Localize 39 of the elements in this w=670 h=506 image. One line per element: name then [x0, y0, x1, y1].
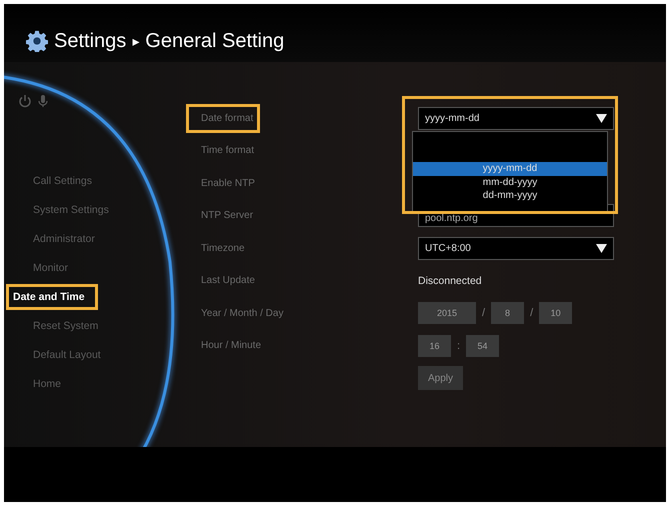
settings-title: Settings	[54, 30, 126, 52]
menu-item[interactable]: Default Layout	[8, 340, 112, 370]
timezone-select[interactable]: UTC+8:00	[418, 236, 614, 260]
menu-item[interactable]: System Settings	[8, 194, 120, 224]
date-format-select[interactable]: yyyy-mm-dd	[418, 106, 614, 130]
menu-item[interactable]: Home	[8, 368, 72, 398]
field-label: Last Update	[200, 274, 256, 288]
page-title: General Setting	[145, 30, 284, 52]
date-separator: /	[530, 307, 534, 320]
status-text: Disconnected	[418, 274, 482, 287]
field-label: Timezone	[200, 242, 246, 256]
dropdown-option[interactable]: dd-mm-yyyy	[413, 189, 607, 202]
menu-item[interactable]: Date and Time	[6, 284, 98, 310]
minute-field[interactable]: 54	[466, 334, 500, 357]
field-label: Year / Month / Day	[200, 306, 284, 321]
field-label: Enable NTP	[200, 176, 256, 191]
menu-item[interactable]: Call Settings	[8, 166, 103, 196]
dropdown-arrow-icon	[596, 114, 607, 123]
dropdown-option[interactable]: mm-dd-yyyy	[413, 176, 607, 189]
hour-field[interactable]: 16	[418, 334, 451, 357]
time-separator: :	[457, 340, 460, 352]
power-icon	[18, 94, 32, 108]
month-field[interactable]: 8	[491, 302, 524, 324]
microphone-icon	[38, 94, 48, 108]
dropdown-option[interactable]: yyyy-mm-dd	[413, 162, 607, 176]
date-separator: /	[482, 307, 486, 320]
breadcrumb-arrow: ▸	[132, 33, 140, 49]
menu-item[interactable]: Administrator	[8, 224, 106, 254]
field-label: Hour / Minute	[200, 339, 262, 354]
dropdown-arrow-icon	[596, 244, 607, 253]
menu-item[interactable]: Reset System	[8, 310, 110, 340]
apply-button[interactable]: Apply	[418, 366, 464, 390]
field-label: Time format	[200, 144, 255, 158]
day-field[interactable]: 10	[539, 302, 572, 324]
field-label: Date format	[186, 104, 260, 133]
menu-item[interactable]: Monitor	[8, 252, 80, 282]
settings-icon	[26, 30, 48, 52]
field-label: NTP Server	[200, 209, 254, 224]
year-field[interactable]: 2015	[418, 302, 476, 324]
